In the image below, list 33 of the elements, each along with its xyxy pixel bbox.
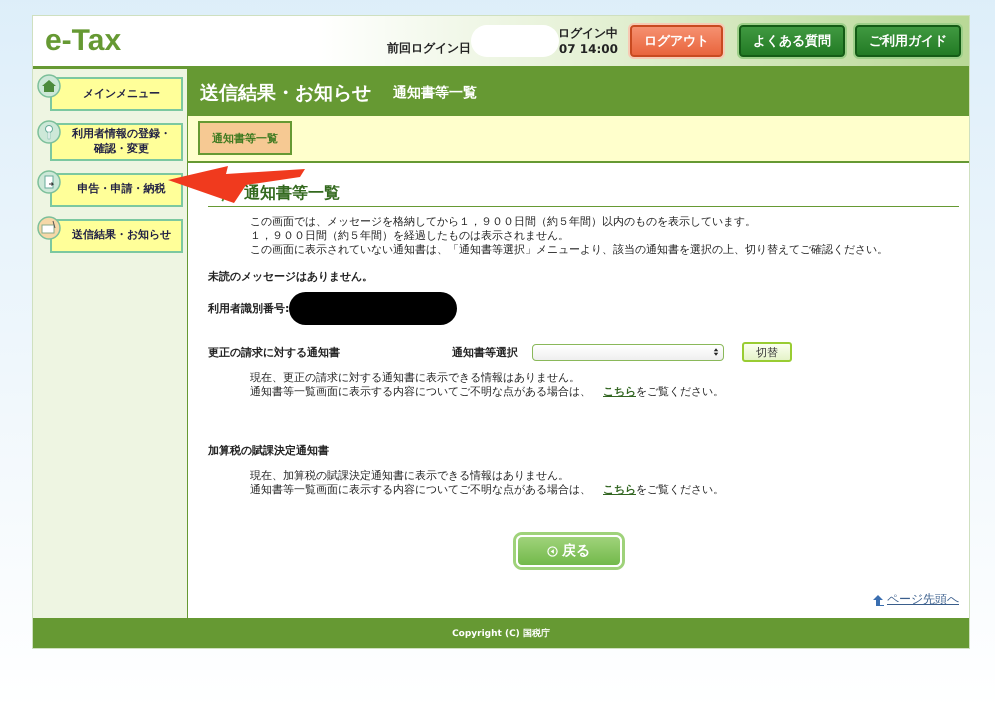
user-id-label: 利用者識別番号: bbox=[208, 301, 290, 316]
up-arrow-icon bbox=[873, 594, 885, 606]
intro-text: この画面に表示されていない通知書は、「通知書等選択」メニューより、該当の通知書を選択の上、切り替えてご確認ください。 bbox=[250, 243, 889, 257]
switch-button[interactable]: 切替 bbox=[742, 342, 792, 362]
select-label: 通知書等選択 bbox=[452, 344, 518, 360]
header-button[interactable]: よくある質問 bbox=[739, 25, 845, 57]
login-status: ログイン中 bbox=[558, 25, 618, 42]
sidebar-item[interactable]: メインメニュー bbox=[50, 77, 183, 111]
help-link[interactable]: こちら bbox=[603, 483, 636, 496]
help-text: 通知書等一覧画面に表示する内容についてご不明な点がある場合は、 こちら をご覧ください。 bbox=[249, 385, 725, 399]
notice-message: 現在、加算税の賦課決定通知書に表示できる情報はありません。 bbox=[249, 469, 570, 483]
help-text: 通知書等一覧画面に表示する内容についてご不明な点がある場合は、 こちら をご覧ください。 bbox=[249, 483, 725, 497]
page-subtitle: 通知書等一覧 bbox=[393, 84, 477, 102]
sidebar-item[interactable]: 申告・申請・納税 bbox=[50, 172, 183, 207]
section-heading: 通知書等一覧 bbox=[244, 183, 340, 204]
notice-message: 現在、更正の請求に対する通知書に表示できる情報はありません。 bbox=[249, 371, 581, 385]
help-link[interactable]: こちら bbox=[603, 385, 636, 398]
page-title: 送信結果・お知らせ bbox=[200, 80, 371, 106]
intro-text: １，９００日間（約５年間）を経過したものは表示されません。 bbox=[250, 229, 570, 243]
dropdown-arrows-icon bbox=[713, 347, 719, 357]
header-button[interactable]: ご利用ガイド bbox=[855, 25, 961, 57]
logo: e-Tax bbox=[45, 24, 122, 58]
notice-title: 更正の請求に対する通知書 bbox=[208, 344, 341, 360]
unread-notice: 未読のメッセージはありません。 bbox=[208, 269, 374, 284]
last-login-time: 07 14:00 bbox=[558, 42, 618, 56]
intro-text: この画面では、メッセージを格納してから１，９００日間（約５年間）以内のものを表示しています。 bbox=[250, 215, 757, 229]
last-login-label: 前回ログイン日 bbox=[386, 40, 471, 57]
sidebar-item[interactable]: 利用者情報の登録・ 確認・変更 bbox=[50, 123, 183, 161]
sidebar-item[interactable]: 送信結果・お知らせ bbox=[50, 218, 183, 253]
notice-title: 加算税の賦課決定通知書 bbox=[208, 442, 330, 458]
notice-select[interactable] bbox=[532, 344, 724, 360]
page-top-link[interactable]: ページ先頭へ bbox=[887, 591, 959, 608]
copyright-text: Copyright (C) 国税庁 bbox=[452, 627, 550, 640]
